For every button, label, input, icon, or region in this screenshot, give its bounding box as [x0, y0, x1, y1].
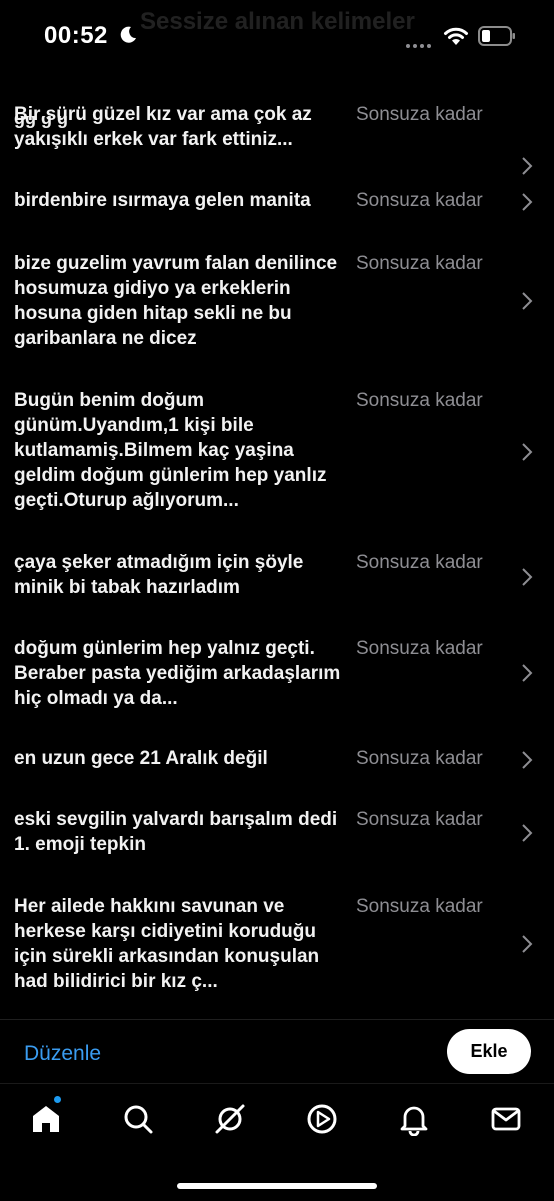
tab-bar [0, 1083, 554, 1201]
battery-icon [478, 26, 515, 46]
video-icon[interactable] [305, 1102, 339, 1136]
page-title: Sessize alınan kelimeler [140, 8, 415, 35]
expiry-label: Sonsuza kadar [356, 552, 483, 573]
add-button[interactable]: Ekle [447, 1029, 531, 1074]
muted-text: çaya şeker atmadığım için şöyle minik bi… [14, 552, 304, 598]
expiry-label: Sonsuza kadar [356, 104, 483, 125]
list-item[interactable]: çaya şeker atmadığım için şöyle minik bi… [0, 550, 554, 600]
chevron-right-icon [522, 443, 533, 461]
moon-icon [120, 26, 136, 43]
list-item[interactable]: en uzun gece 21 Aralık değil Sonsuza kad… [0, 746, 554, 776]
chevron-right-icon [522, 568, 533, 586]
expiry-label: Sonsuza kadar [356, 638, 483, 659]
muted-text: Bir sürü güzel kız var ama çok az yakışı… [14, 104, 312, 150]
expiry-label: Sonsuza kadar [356, 190, 483, 211]
muted-text: bize guzelim yavrum falan denilince hosu… [14, 253, 338, 349]
list-item[interactable]: Her ailede hakkını savunan ve herkese ka… [0, 894, 554, 994]
home-icon[interactable] [29, 1102, 63, 1136]
chevron-right-icon [522, 664, 533, 682]
list-item[interactable]: bize guzelim yavrum falan denilince hosu… [0, 251, 554, 351]
list-item[interactable]: eski sevgilin yalvardı barışalım dedi 1.… [0, 807, 554, 857]
chevron-right-icon [522, 824, 533, 842]
expiry-label: Sonsuza kadar [356, 809, 483, 830]
grok-icon[interactable] [213, 1102, 247, 1136]
home-indicator [177, 1183, 377, 1189]
muted-text: birdenbire ısırmaya gelen manita [14, 190, 311, 211]
expiry-label: Sonsuza kadar [356, 896, 483, 917]
status-time: 00:52 [44, 22, 108, 49]
muted-text: eski sevgilin yalvardı barışalım dedi 1.… [14, 809, 338, 855]
list-item[interactable]: Bugün benim doğum günüm.Uyandım,1 kişi b… [0, 388, 554, 513]
expiry-label: Sonsuza kadar [356, 748, 483, 769]
messages-icon[interactable] [489, 1102, 523, 1136]
expiry-label: Sonsuza kadar [356, 253, 483, 274]
muted-text: doğum günlerim hep yalnız geçti. Beraber… [14, 638, 341, 709]
muted-text: en uzun gece 21 Aralık değil [14, 748, 268, 769]
muted-text: Her ailede hakkını savunan ve herkese ka… [14, 896, 320, 992]
muted-text: Bugün benim doğum günüm.Uyandım,1 kişi b… [14, 390, 327, 511]
list-item[interactable]: doğum günlerim hep yalnız geçti. Beraber… [0, 636, 554, 711]
unread-indicator [54, 1096, 61, 1103]
search-icon[interactable] [121, 1102, 155, 1136]
list-item[interactable]: Bir sürü güzel kız var ama çok az yakışı… [0, 102, 554, 175]
chevron-right-icon [522, 935, 533, 953]
chevron-right-icon [522, 751, 533, 769]
action-bar: Düzenle Ekle [0, 1019, 554, 1084]
expiry-label: Sonsuza kadar [356, 390, 483, 411]
wifi-icon [444, 27, 468, 45]
chevron-right-icon [522, 292, 533, 310]
chevron-right-icon [522, 193, 533, 211]
list-item[interactable]: birdenbire ısırmaya gelen manita Sonsuza… [0, 188, 554, 218]
signal-icon [406, 35, 434, 53]
chevron-right-icon [522, 157, 533, 175]
edit-button[interactable]: Düzenle [24, 1042, 101, 1066]
notifications-icon[interactable] [397, 1102, 431, 1136]
status-bar: Sessize alınan kelimeler 00:52 [0, 0, 554, 66]
